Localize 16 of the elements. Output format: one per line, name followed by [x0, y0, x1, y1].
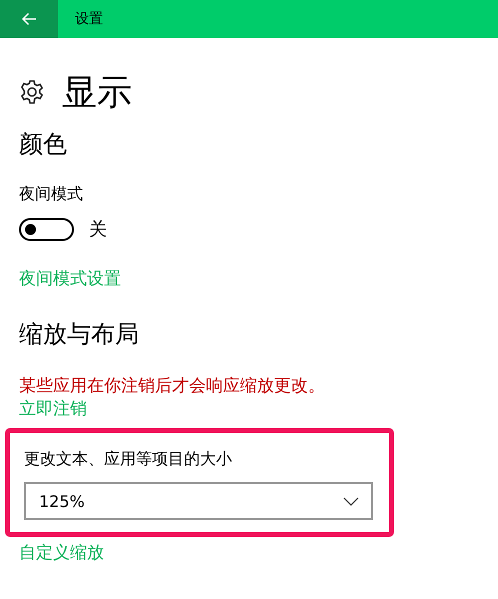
sign-out-link[interactable]: 立即注销: [19, 397, 87, 420]
chevron-down-icon: [343, 496, 359, 506]
toggle-state: 关: [89, 218, 107, 241]
settings-icon: [19, 79, 45, 105]
section-heading: 颜色: [19, 129, 67, 160]
window-title: 设置: [75, 10, 103, 28]
size-dropdown[interactable]: 125%: [24, 482, 373, 520]
custom-scaling-link[interactable]: 自定义缩放: [19, 541, 104, 564]
warning-text: 某些应用在你注销后才会响应缩放更改。: [19, 375, 325, 397]
night-mode-settings-link[interactable]: 夜间模式设置: [19, 267, 121, 290]
night-mode-label: 夜间模式: [19, 184, 83, 205]
section-heading: 缩放与布局: [19, 319, 139, 350]
page-title: 显示: [62, 72, 132, 114]
size-label: 更改文本、应用等项目的大小: [24, 449, 233, 470]
back-arrow-icon: [21, 12, 37, 26]
night-mode-toggle[interactable]: [19, 218, 74, 240]
